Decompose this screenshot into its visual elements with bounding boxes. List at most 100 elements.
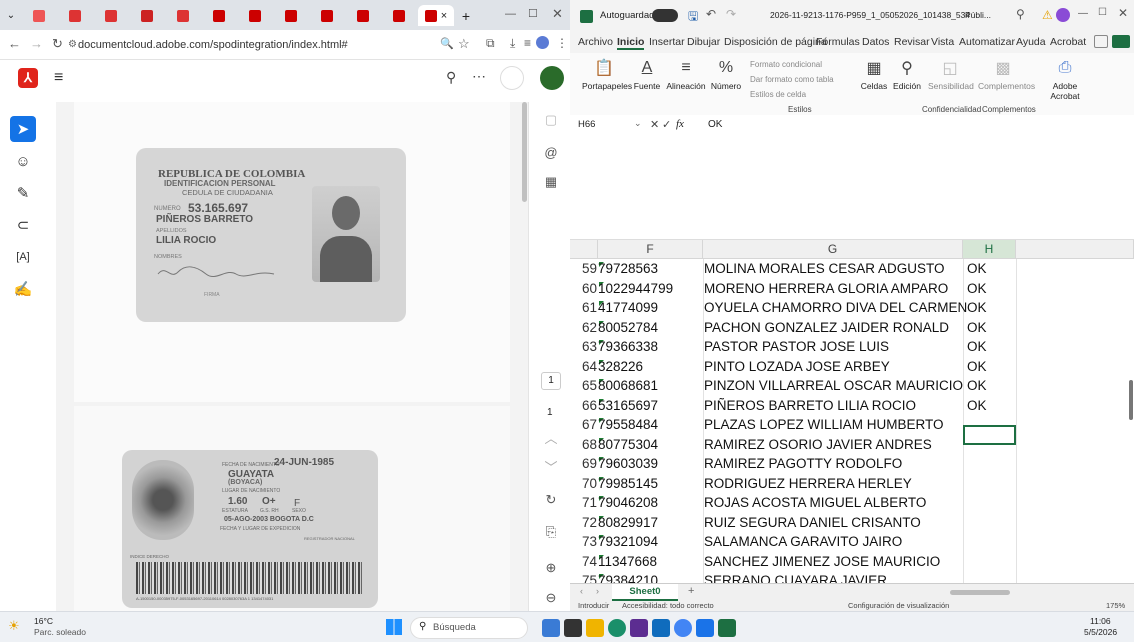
table-row[interactable]: 72 80829917 RUIZ SEGURA DANIEL CRISANTO (570, 514, 1134, 534)
row-number[interactable]: 73 (582, 534, 597, 549)
weather-icon[interactable]: ☀ (8, 618, 20, 634)
table-row[interactable]: 73 79321094 SALAMANCA GARAVITO JAIRO (570, 533, 1134, 553)
warning-icon[interactable]: ⚠ (1042, 8, 1053, 22)
tab[interactable] (22, 5, 56, 26)
cell-id-number[interactable]: 41774099 (598, 300, 658, 315)
cell-status[interactable]: OK (967, 281, 987, 296)
site-info-icon[interactable]: ⚙ (68, 39, 77, 50)
row-number[interactable]: 68 (582, 437, 597, 452)
pdf-document-area[interactable]: REPUBLICA DE COLOMBIA IDENTIFICACION PER… (56, 102, 528, 611)
row-number[interactable]: 67 (582, 417, 597, 432)
user-avatar[interactable] (1056, 8, 1070, 22)
row-number[interactable]: 69 (582, 456, 597, 471)
table-row[interactable]: 74 11347668 SANCHEZ JIMENEZ JOSE MAURICIO (570, 553, 1134, 573)
tab-active[interactable]: × (418, 5, 454, 26)
column-header-h[interactable]: H (963, 240, 1016, 259)
save-icon[interactable]: 🖫 (688, 7, 698, 28)
undo-icon[interactable]: ↶ (706, 7, 716, 21)
celdas-group[interactable]: ▦ Celdas (860, 55, 888, 91)
row-number[interactable]: 63 (582, 339, 597, 354)
cell-id-number[interactable]: 79366338 (598, 339, 658, 354)
close-window-icon[interactable]: ✕ (552, 6, 563, 22)
tab-acrobat[interactable]: Acrobat (1050, 36, 1086, 48)
task-view-icon[interactable] (564, 619, 582, 637)
row-number[interactable]: 64 (582, 359, 597, 374)
text-tool-icon[interactable]: [A] (10, 244, 36, 270)
link-tool-icon[interactable]: ⊂ (10, 212, 36, 238)
search-icon[interactable]: ⚲ (1016, 7, 1025, 21)
cell-full-name[interactable]: ROJAS ACOSTA MIGUEL ALBERTO (704, 495, 926, 510)
menu-kebab-icon[interactable]: ⋮ (556, 36, 568, 50)
enter-icon[interactable]: ✓ (662, 118, 671, 131)
cell-status[interactable]: OK (967, 378, 987, 393)
table-row[interactable]: 67 79558484 PLAZAS LOPEZ WILLIAM HUMBERTO (570, 416, 1134, 436)
table-row[interactable]: 75 79384210 SERRANO CUAYARA JAVIER (570, 572, 1134, 583)
cell-full-name[interactable]: SANCHEZ JIMENEZ JOSE MAURICIO (704, 554, 940, 569)
tab-revisar[interactable]: Revisar (894, 36, 930, 48)
tab[interactable] (310, 5, 344, 26)
back-icon[interactable]: ← (8, 36, 21, 51)
formato-condicional-button[interactable]: Formato condicional (750, 57, 834, 72)
cell-status[interactable]: OK (967, 300, 987, 315)
more-options-icon[interactable]: ⋯ (472, 68, 486, 85)
cell-status[interactable]: OK (967, 359, 987, 374)
tab-datos[interactable]: Datos (862, 36, 889, 48)
cell-status[interactable]: OK (967, 261, 987, 276)
close-window-icon[interactable]: ✕ (1118, 6, 1128, 20)
extensions-icon[interactable]: ⧉ (486, 36, 495, 51)
cell-full-name[interactable]: MOLINA MORALES CESAR ADGUSTO (704, 261, 945, 276)
add-sheet-button[interactable]: + (688, 585, 694, 597)
column-header-g[interactable]: G (703, 240, 963, 259)
cell-full-name[interactable]: PINTO LOZADA JOSE ARBEY (704, 359, 890, 374)
cell-full-name[interactable]: RAMIREZ OSORIO JAVIER ANDRES (704, 437, 932, 452)
cell-id-number[interactable]: 328226 (598, 359, 643, 374)
ai-assistant-icon[interactable] (500, 66, 524, 90)
column-header-i[interactable] (1016, 240, 1134, 259)
maximize-icon[interactable]: ☐ (1098, 7, 1107, 18)
cell-full-name[interactable]: PLAZAS LOPEZ WILLIAM HUMBERTO (704, 417, 944, 432)
clock-date[interactable]: 5/5/2026 (1084, 627, 1117, 637)
row-number[interactable]: 65 (582, 378, 597, 393)
sheet-tab-sheet0[interactable]: Sheet0 (612, 584, 678, 601)
cell-full-name[interactable]: PINZON VILLARREAL OSCAR MAURICIO (704, 378, 963, 393)
share-icon[interactable] (1112, 35, 1130, 48)
table-row[interactable]: 69 79603039 RAMIREZ PAGOTTY RODOLFO (570, 455, 1134, 475)
autosave-toggle[interactable] (652, 9, 678, 22)
cell-status[interactable]: OK (967, 320, 987, 335)
tab-dibujar[interactable]: Dibujar (687, 36, 720, 48)
row-number[interactable]: 75 (582, 573, 597, 583)
name-box[interactable]: H66 (578, 119, 634, 130)
tab-formulas[interactable]: Fórmulas (816, 36, 860, 48)
cell-id-number[interactable]: 79985145 (598, 476, 658, 491)
row-number[interactable]: 74 (582, 554, 597, 569)
name-box-dropdown-icon[interactable]: ⌄ (634, 118, 642, 129)
prev-sheet-icon[interactable]: ‹ (580, 586, 583, 596)
sensibilidad-group[interactable]: ◱ Sensibilidad (928, 55, 974, 91)
spreadsheet-grid[interactable]: F G H 59 79728563 MOLINA MORALES CESAR ADG… (570, 240, 1134, 583)
cell-id-number[interactable]: 80068681 (598, 378, 658, 393)
cell-full-name[interactable]: RUIZ SEGURA DANIEL CRISANTO (704, 515, 921, 530)
tab-ayuda[interactable]: Ayuda (1016, 36, 1046, 48)
page-down-icon[interactable]: ﹀ (541, 456, 561, 476)
table-row[interactable]: 59 79728563 MOLINA MORALES CESAR ADGUSTO OK (570, 260, 1134, 280)
tab[interactable] (94, 5, 128, 26)
chrome-icon[interactable] (674, 619, 692, 637)
row-number[interactable]: 59 (582, 261, 597, 276)
display-settings[interactable]: Configuración de visualización (848, 601, 949, 610)
reload-icon[interactable]: ↻ (52, 36, 63, 52)
tab[interactable] (238, 5, 272, 26)
dar-formato-tabla-button[interactable]: Dar formato como tabla (750, 72, 834, 87)
cell-id-number[interactable]: 79321094 (598, 534, 658, 549)
cell-id-number[interactable]: 80829917 (598, 515, 658, 530)
fit-page-icon[interactable]: ⎘ (541, 522, 561, 542)
tab[interactable] (130, 5, 164, 26)
teams-icon[interactable] (630, 619, 648, 637)
tab-insertar[interactable]: Insertar (649, 36, 685, 48)
accessibility-status[interactable]: Accesibilidad: todo correcto (622, 601, 714, 610)
acrobat-logo-icon[interactable]: ⅄ (18, 68, 38, 88)
user-avatar[interactable] (540, 66, 564, 90)
new-tab-button[interactable]: + (458, 5, 474, 26)
minimize-icon[interactable]: — (505, 8, 516, 20)
tab[interactable] (166, 5, 200, 26)
select-tool-icon[interactable]: ➤ (10, 116, 36, 142)
